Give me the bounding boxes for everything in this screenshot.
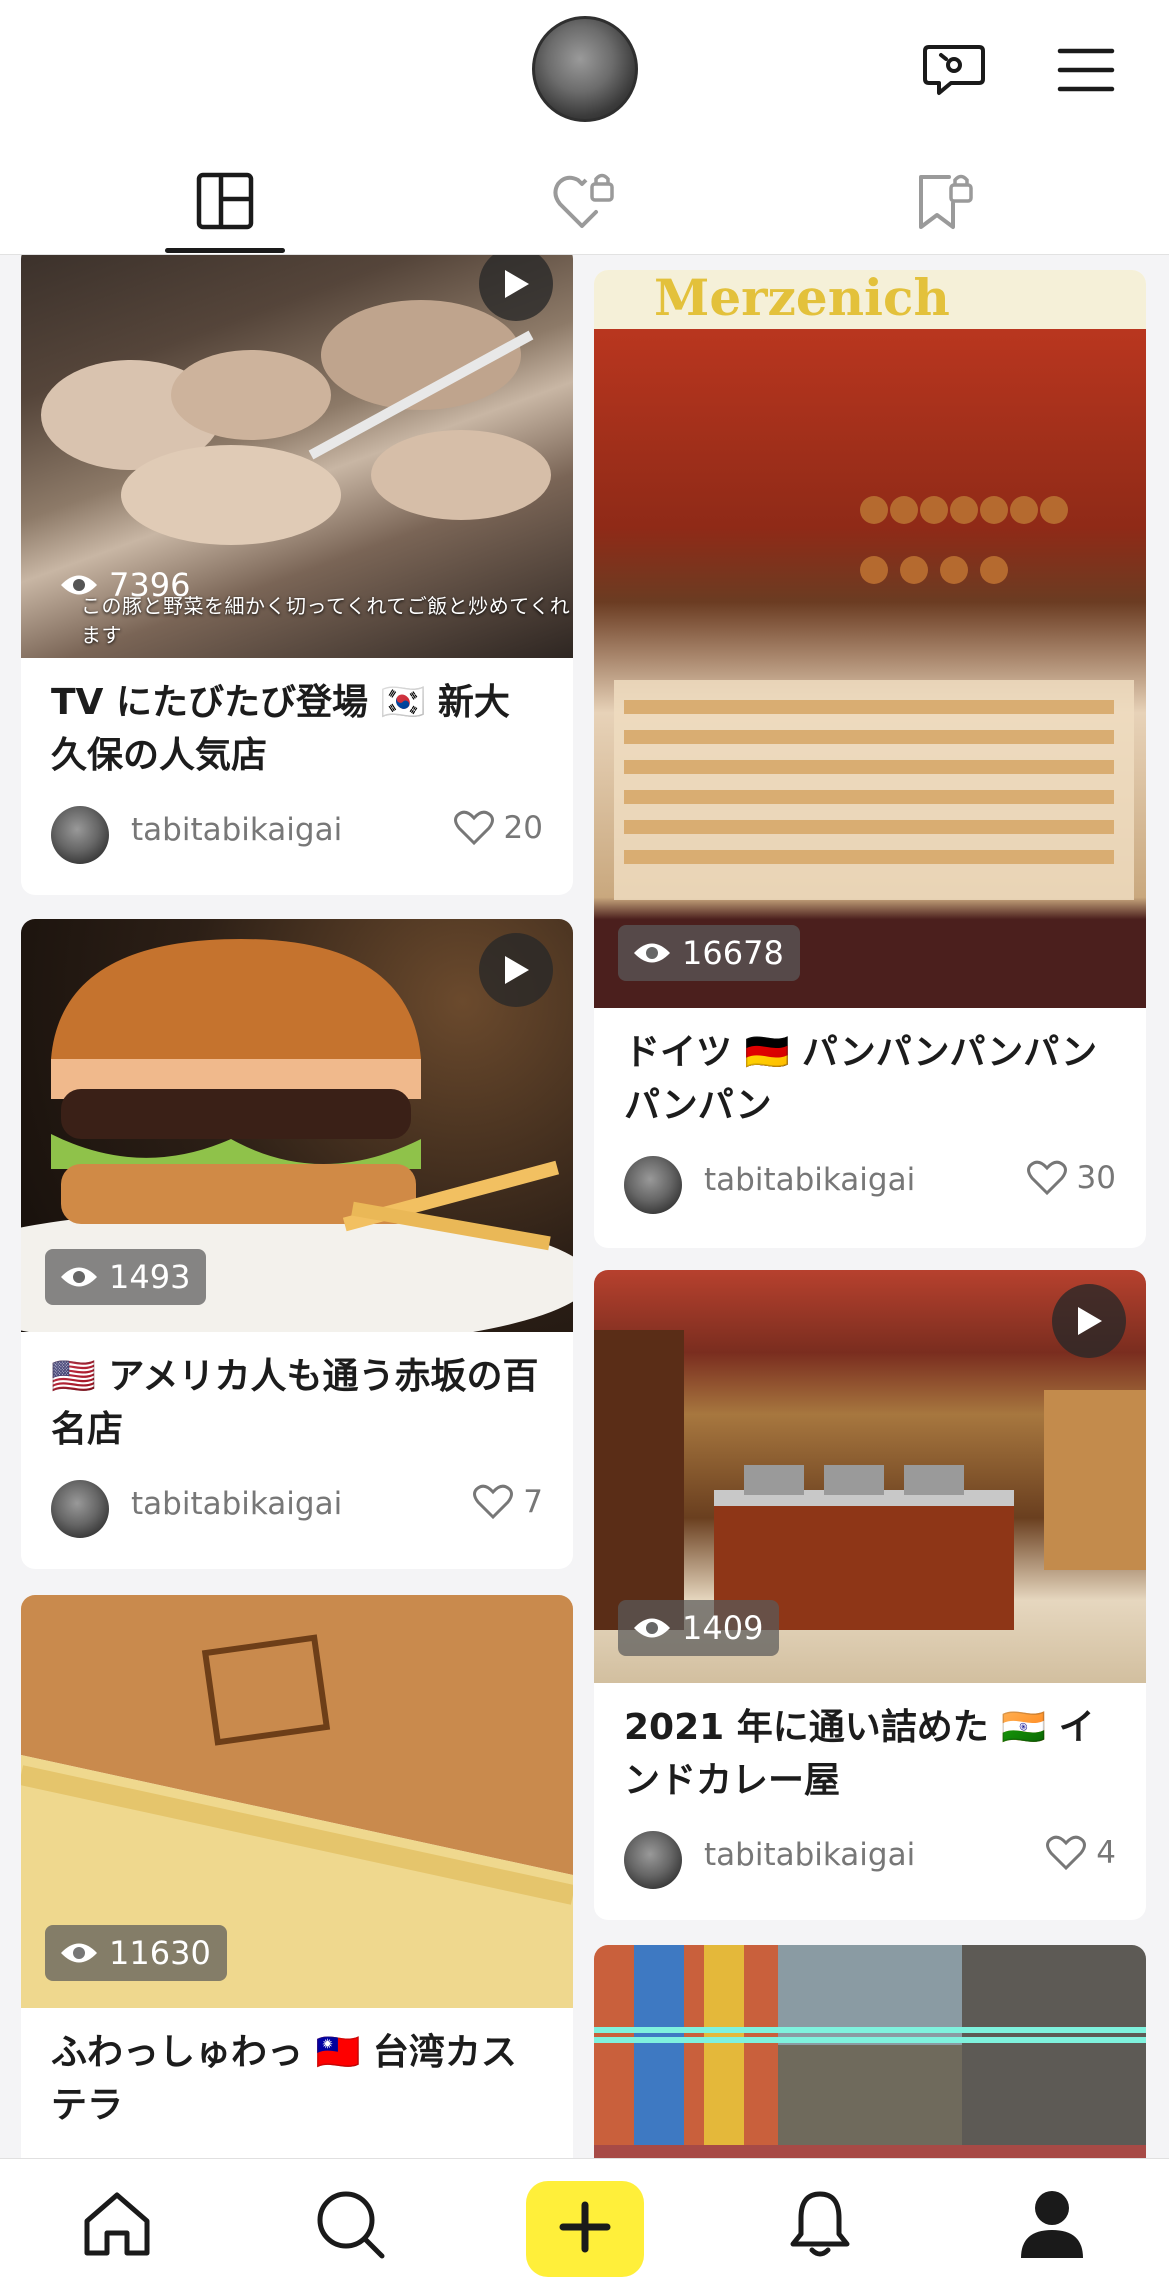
- like-count: 30: [1076, 1160, 1116, 1196]
- app-screen: 7396 この豚と野菜を細かく切ってくれてご飯と炒めてくれます TV にたびたび…: [0, 0, 1169, 2289]
- post-title: ふわっしゅわっ 🇹🇼 台湾カステラ: [51, 2032, 517, 2126]
- eye-icon: [634, 943, 670, 963]
- post-card[interactable]: 1493 🇺🇸 アメリカ人も通う赤坂の百名店 tabitabikaigai 7: [21, 919, 573, 1569]
- post-card[interactable]: 11630 ふわっしゅわっ 🇹🇼 台湾カステラ: [21, 1595, 573, 2195]
- saved-locked-icon: [913, 169, 977, 237]
- post-title: 🇺🇸 アメリカ人も通う赤坂の百名店: [51, 1356, 539, 1450]
- post-card[interactable]: 7396 この豚と野菜を細かく切ってくれてご飯と炒めてくれます TV にたびたび…: [21, 245, 573, 895]
- post-card[interactable]: 1409 2021 年に通い詰めた 🇮🇳 インドカレー屋 tabitabikai…: [594, 1270, 1146, 1920]
- post-card[interactable]: Merzenich 16678 ドイツ 🇩🇪 パンパンパンパンパンパン tabi…: [594, 270, 1146, 1248]
- author-name[interactable]: tabitabikaigai: [131, 1486, 342, 1522]
- view-count: 1409: [618, 1600, 780, 1656]
- author-avatar[interactable]: [624, 1831, 682, 1889]
- eye-icon: [61, 1943, 97, 1963]
- heart-icon: [1046, 1835, 1087, 1871]
- nav-home[interactable]: [72, 2181, 162, 2271]
- home-icon: [81, 2189, 153, 2263]
- header: [0, 0, 1169, 255]
- post-meta: tabitabikaigai 30: [594, 1132, 1146, 1230]
- post-thumbnail[interactable]: 1493: [21, 919, 573, 1332]
- post-thumbnail[interactable]: 1409: [594, 1270, 1146, 1683]
- like-count: 20: [503, 810, 543, 846]
- author-avatar[interactable]: [624, 1156, 682, 1214]
- tab-liked[interactable]: [520, 150, 650, 255]
- nav-profile[interactable]: [1007, 2181, 1097, 2271]
- view-count: 11630: [45, 1925, 227, 1981]
- bell-icon: [787, 2188, 853, 2264]
- post-thumbnail[interactable]: Merzenich 16678: [594, 270, 1146, 1008]
- svg-text:Merzenich: Merzenich: [654, 270, 950, 327]
- menu-icon[interactable]: [1046, 30, 1126, 110]
- eye-icon: [61, 1267, 97, 1287]
- profile-avatar[interactable]: [532, 16, 638, 122]
- eye-icon: [634, 1618, 670, 1638]
- heart-icon: [1026, 1160, 1067, 1196]
- tab-saved[interactable]: [880, 150, 1010, 255]
- post-title: TV にたびたび登場 🇰🇷 新大久保の人気店: [51, 682, 510, 776]
- bottom-nav: [0, 2158, 1169, 2289]
- author-name[interactable]: tabitabikaigai: [131, 812, 342, 848]
- search-icon: [314, 2188, 386, 2264]
- post-meta: tabitabikaigai 4: [594, 1807, 1146, 1905]
- like-count: 4: [1096, 1835, 1116, 1871]
- heart-icon: [453, 810, 494, 846]
- view-count: 16678: [618, 925, 800, 981]
- nav-notifications[interactable]: [775, 2181, 865, 2271]
- profile-icon: [1017, 2188, 1087, 2264]
- create-post-button[interactable]: [526, 2181, 644, 2277]
- heart-icon: [473, 1484, 514, 1520]
- like-button[interactable]: 30: [1026, 1160, 1116, 1196]
- plus-icon: [559, 2201, 611, 2257]
- tab-posts[interactable]: [160, 150, 290, 255]
- post-meta: tabitabikaigai 20: [21, 782, 573, 880]
- post-meta: tabitabikaigai 7: [21, 1456, 573, 1554]
- author-name[interactable]: tabitabikaigai: [704, 1837, 915, 1873]
- grid-icon: [196, 172, 254, 234]
- like-button[interactable]: 4: [1046, 1835, 1116, 1871]
- post-title: 2021 年に通い詰めた 🇮🇳 インドカレー屋: [624, 1707, 1095, 1801]
- play-icon: [1052, 1284, 1126, 1358]
- nav-search[interactable]: [305, 2181, 395, 2271]
- coupon-chat-icon[interactable]: [914, 30, 994, 110]
- liked-locked-icon: [552, 170, 618, 236]
- content-tabs: [0, 150, 1169, 255]
- play-icon: [479, 933, 553, 1007]
- post-thumbnail[interactable]: 11630: [21, 1595, 573, 2008]
- author-avatar[interactable]: [51, 1480, 109, 1538]
- post-title: ドイツ 🇩🇪 パンパンパンパンパンパン: [624, 1032, 1098, 1126]
- like-button[interactable]: 20: [453, 810, 543, 846]
- active-tab-indicator: [165, 248, 285, 253]
- author-avatar[interactable]: [51, 806, 109, 864]
- like-button[interactable]: 7: [473, 1484, 543, 1520]
- author-name[interactable]: tabitabikaigai: [704, 1162, 915, 1198]
- bakery-photo: Merzenich: [614, 270, 1134, 900]
- view-count: 1493: [45, 1249, 207, 1305]
- like-count: 7: [523, 1484, 543, 1520]
- play-icon: [479, 247, 553, 321]
- post-thumbnail[interactable]: 7396 この豚と野菜を細かく切ってくれてご飯と炒めてくれます: [21, 245, 573, 658]
- video-caption: この豚と野菜を細かく切ってくれてご飯と炒めてくれます: [81, 594, 571, 647]
